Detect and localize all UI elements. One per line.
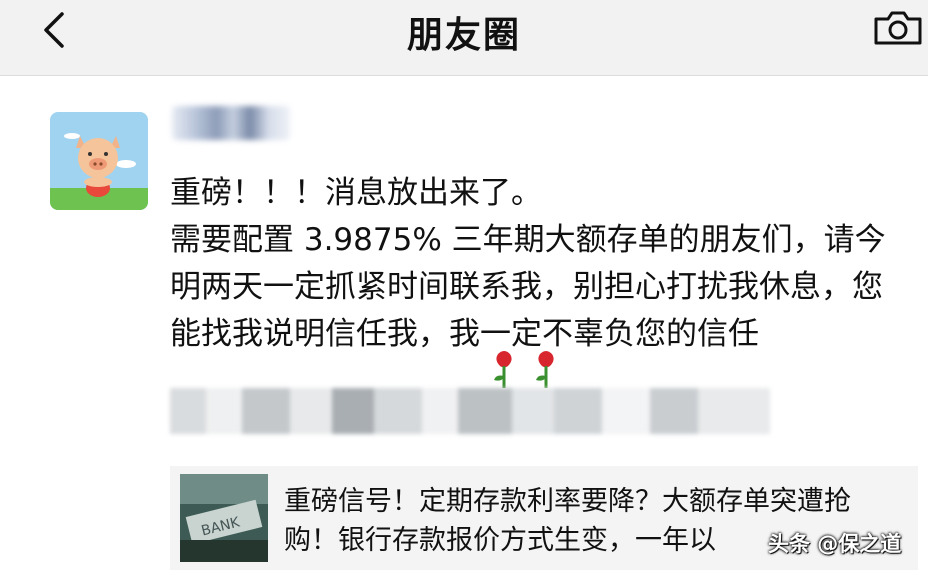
avatar[interactable] [50, 112, 148, 210]
page-title: 朋友圈 [406, 15, 521, 56]
username[interactable] [172, 106, 290, 140]
rose-emoji-icon [494, 351, 554, 388]
pig-avatar-icon [50, 112, 148, 210]
link-thumbnail: BANK [180, 474, 268, 562]
camera-icon[interactable] [872, 10, 924, 46]
blurred-content [170, 388, 770, 434]
nav-bar: 朋友圈 [0, 0, 928, 76]
watermark: 头条 @保之道 [768, 532, 902, 556]
